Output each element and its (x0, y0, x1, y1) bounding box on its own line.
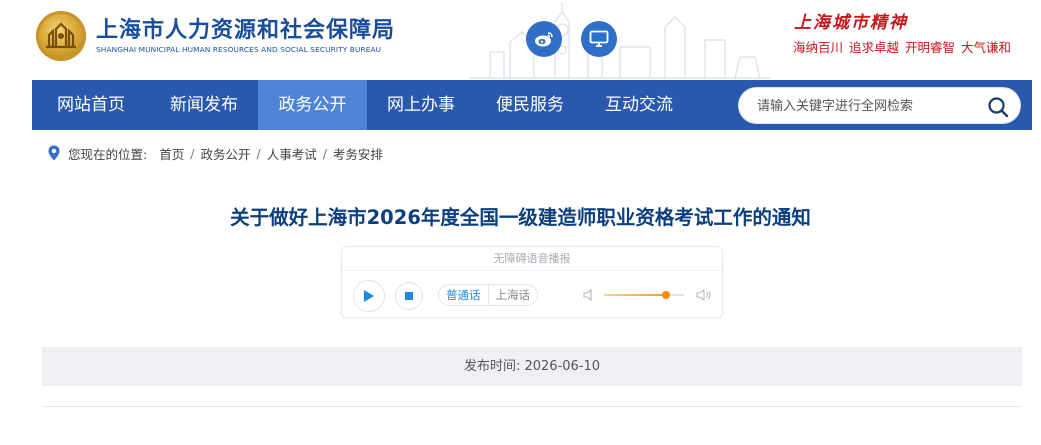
tv-button[interactable] (581, 21, 617, 57)
nav-item-home[interactable]: 网站首页 (32, 80, 150, 130)
bureau-emblem-logo[interactable] (36, 11, 86, 61)
breadcrumb: 您现在的位置: 首页 / 政务公开 / 人事考试 / 考务安排 (48, 144, 383, 163)
spirit-word: 大气谦和 (961, 40, 1012, 55)
city-spirit-words: 海纳百川 追求卓越 开明睿智 大气谦和 (793, 37, 1017, 56)
site-header: 上海市人力资源和社会保障局 SHANGHAI MUNICIPAL HUMAN R… (0, 0, 1041, 80)
location-pin-icon (48, 145, 60, 161)
article-title: 关于做好上海市2026年度全国一级建造师职业资格考试工作的通知 (230, 206, 811, 229)
volume-slider-handle[interactable] (662, 291, 671, 299)
language-option-mandarin[interactable]: 普通话 (439, 285, 489, 305)
volume-high-icon[interactable] (696, 288, 712, 302)
breadcrumb-link-exam-arrangements[interactable]: 考务安排 (333, 144, 383, 163)
city-spirit-title: 上海城市精神 (794, 13, 908, 33)
weibo-button[interactable] (526, 21, 562, 57)
publish-date: 2026-06-10 (524, 359, 601, 374)
breadcrumb-link-government-affairs[interactable]: 政务公开 (200, 144, 250, 163)
breadcrumb-link-personnel-exams[interactable]: 人事考试 (267, 144, 317, 163)
main-nav: 网站首页 新闻发布 政务公开 网上办事 便民服务 互动交流 (32, 80, 1032, 130)
language-option-shanghainese[interactable]: 上海话 (489, 285, 538, 305)
nav-item-news[interactable]: 新闻发布 (150, 80, 258, 130)
nav-item-government-affairs[interactable]: 政务公开 (258, 80, 367, 130)
breadcrumb-separator: / (322, 145, 327, 161)
search-input[interactable] (757, 96, 977, 116)
site-title[interactable]: 上海市人力资源和社会保障局 (96, 12, 395, 44)
breadcrumb-prefix: 您现在的位置: (68, 146, 148, 162)
play-icon (364, 290, 374, 302)
player-label: 无障碍语音播报 (342, 247, 722, 271)
emblem-icon (46, 22, 76, 49)
stop-icon (405, 292, 413, 300)
breadcrumb-separator: / (190, 145, 195, 161)
nav-item-public-services[interactable]: 便民服务 (475, 80, 585, 130)
play-button[interactable] (353, 280, 385, 312)
publish-info-bar: 发布时间: 2026-06-10 (42, 347, 1022, 386)
city-skyline-decoration (470, 2, 770, 79)
volume-slider[interactable] (604, 291, 684, 299)
breadcrumb-separator: / (256, 145, 261, 161)
content-divider (42, 406, 1022, 407)
tv-icon (589, 30, 609, 47)
breadcrumb-link-home[interactable]: 首页 (159, 144, 184, 163)
publish-date-label: 发布时间: (463, 359, 521, 374)
search-icon[interactable] (986, 95, 1010, 119)
stop-button[interactable] (395, 282, 423, 310)
volume-low-icon[interactable] (582, 288, 596, 302)
volume-slider-fill (604, 294, 667, 296)
spirit-word: 海纳百川 (793, 40, 844, 55)
site-subtitle: SHANGHAI MUNICIPAL HUMAN RESOURCES AND S… (96, 45, 382, 54)
weibo-icon (535, 32, 553, 47)
nav-item-interaction[interactable]: 互动交流 (585, 80, 693, 130)
language-toggle: 普通话 上海话 (438, 284, 538, 306)
spirit-word: 开明睿智 (905, 40, 956, 55)
spirit-word: 追求卓越 (849, 40, 900, 55)
nav-item-online-services[interactable]: 网上办事 (367, 80, 475, 130)
accessibility-audio-player: 无障碍语音播报 普通话 上海话 (341, 246, 723, 318)
search-box (738, 87, 1021, 124)
